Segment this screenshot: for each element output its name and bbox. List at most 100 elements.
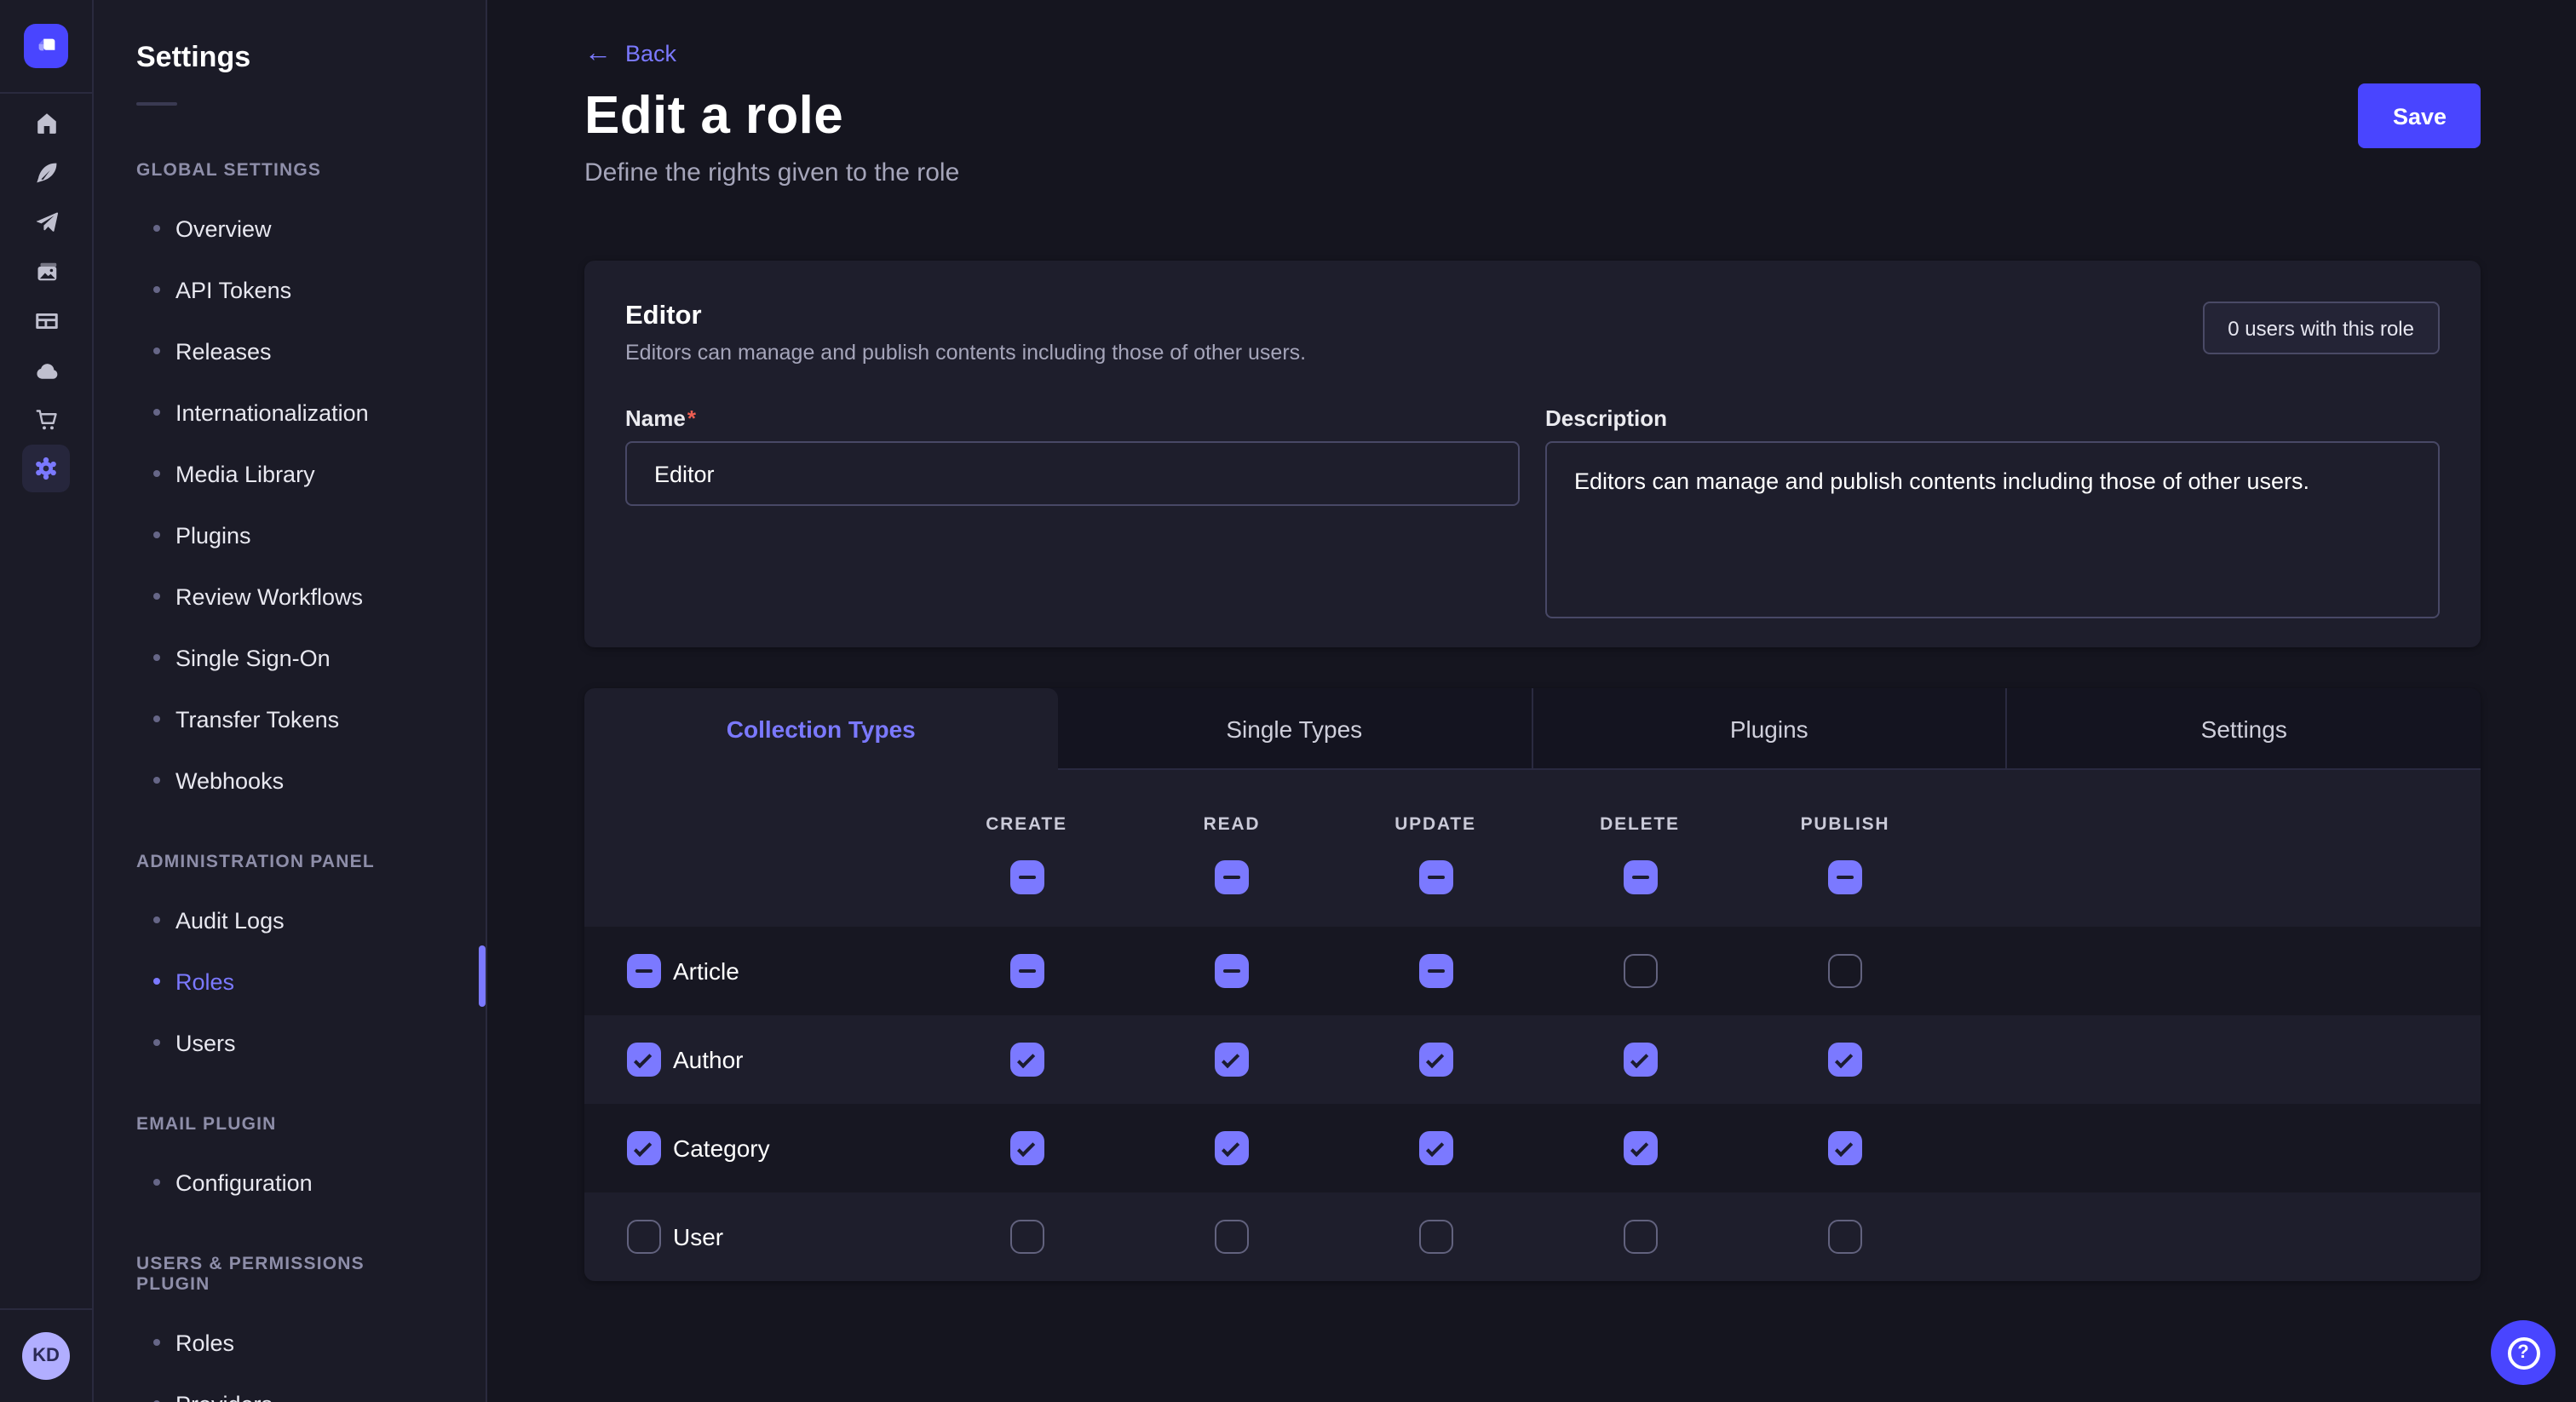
role-description-textarea[interactable]: Editors can manage and publish contents … bbox=[1545, 441, 2440, 618]
author-update-checkbox[interactable] bbox=[1418, 1043, 1452, 1077]
row-select-checkbox-category[interactable] bbox=[627, 1131, 661, 1165]
category-create-checkbox[interactable] bbox=[1009, 1131, 1044, 1165]
sidebar-section-label: EMAIL PLUGIN bbox=[136, 1114, 443, 1135]
select-all-delete-checkbox[interactable] bbox=[1623, 860, 1657, 894]
article-publish-checkbox[interactable] bbox=[1828, 954, 1862, 988]
user-read-checkbox[interactable] bbox=[1215, 1220, 1249, 1254]
bullet-icon bbox=[153, 1039, 160, 1046]
back-link[interactable]: ← Back bbox=[584, 41, 676, 66]
sidebar-item-label: Providers bbox=[175, 1391, 273, 1402]
name-label: Name* bbox=[625, 405, 1520, 431]
row-select-checkbox-user[interactable] bbox=[627, 1220, 661, 1254]
sidebar-item-plugins[interactable]: Plugins bbox=[94, 504, 486, 566]
author-publish-checkbox[interactable] bbox=[1828, 1043, 1862, 1077]
select-all-publish-checkbox[interactable] bbox=[1828, 860, 1862, 894]
question-mark-icon: ? bbox=[2507, 1336, 2539, 1369]
sidebar-item-roles[interactable]: Roles bbox=[94, 1312, 486, 1373]
save-button[interactable]: Save bbox=[2359, 83, 2481, 148]
sidebar-section-label: GLOBAL SETTINGS bbox=[136, 160, 443, 181]
help-button[interactable]: ? bbox=[2491, 1320, 2556, 1385]
bullet-icon bbox=[153, 286, 160, 293]
check-icon bbox=[1016, 1049, 1034, 1067]
cloud-icon[interactable] bbox=[22, 346, 70, 394]
marketplace-cart-icon[interactable] bbox=[22, 395, 70, 443]
sidebar-item-roles[interactable]: Roles bbox=[94, 951, 486, 1012]
user-update-checkbox[interactable] bbox=[1418, 1220, 1452, 1254]
article-create-checkbox[interactable] bbox=[1009, 954, 1044, 988]
sidebar-item-transfer-tokens[interactable]: Transfer Tokens bbox=[94, 688, 486, 750]
page-subtitle: Define the rights given to the role bbox=[584, 158, 2481, 187]
article-delete-checkbox[interactable] bbox=[1623, 954, 1657, 988]
select-all-read-checkbox[interactable] bbox=[1215, 860, 1249, 894]
users-with-role-button[interactable]: 0 users with this role bbox=[2202, 302, 2440, 354]
indeterminate-dash-icon bbox=[635, 969, 653, 974]
feather-icon[interactable] bbox=[22, 148, 70, 196]
row-select-checkbox-author[interactable] bbox=[627, 1043, 661, 1077]
sidebar-item-configuration[interactable]: Configuration bbox=[94, 1152, 486, 1213]
paper-plane-icon[interactable] bbox=[22, 198, 70, 245]
indeterminate-dash-icon bbox=[1427, 969, 1444, 974]
category-read-checkbox[interactable] bbox=[1215, 1131, 1249, 1165]
user-delete-checkbox[interactable] bbox=[1623, 1220, 1657, 1254]
user-create-checkbox[interactable] bbox=[1009, 1220, 1044, 1254]
sidebar-item-audit-logs[interactable]: Audit Logs bbox=[94, 889, 486, 951]
row-select-checkbox-article[interactable] bbox=[627, 954, 661, 988]
indeterminate-dash-icon bbox=[1223, 969, 1240, 974]
author-delete-checkbox[interactable] bbox=[1623, 1043, 1657, 1077]
home-icon[interactable] bbox=[22, 99, 70, 147]
media-library-icon[interactable] bbox=[22, 247, 70, 295]
check-icon bbox=[1222, 1049, 1239, 1067]
role-name-input[interactable] bbox=[625, 441, 1520, 506]
row-label: Category bbox=[673, 1135, 770, 1162]
tab-collection-types[interactable]: Collection Types bbox=[584, 688, 1058, 770]
permissions-tabs: Collection TypesSingle TypesPluginsSetti… bbox=[584, 688, 2481, 770]
author-read-checkbox[interactable] bbox=[1215, 1043, 1249, 1077]
category-delete-checkbox[interactable] bbox=[1623, 1131, 1657, 1165]
rail-nav bbox=[22, 99, 70, 492]
settings-gear-icon[interactable] bbox=[22, 445, 70, 492]
author-create-checkbox[interactable] bbox=[1009, 1043, 1044, 1077]
select-all-create-checkbox[interactable] bbox=[1009, 860, 1044, 894]
sidebar-item-users[interactable]: Users bbox=[94, 1012, 486, 1073]
article-read-checkbox[interactable] bbox=[1215, 954, 1249, 988]
sidebar-item-internationalization[interactable]: Internationalization bbox=[94, 382, 486, 443]
layout-icon[interactable] bbox=[22, 296, 70, 344]
user-publish-checkbox[interactable] bbox=[1828, 1220, 1862, 1254]
sidebar-item-review-workflows[interactable]: Review Workflows bbox=[94, 566, 486, 627]
article-update-checkbox[interactable] bbox=[1418, 954, 1452, 988]
sidebar-item-overview[interactable]: Overview bbox=[94, 198, 486, 259]
user-avatar[interactable]: KD bbox=[22, 1332, 70, 1380]
strapi-logo[interactable] bbox=[24, 24, 68, 68]
category-publish-checkbox[interactable] bbox=[1828, 1131, 1862, 1165]
column-header-delete: DELETE bbox=[1600, 814, 1680, 835]
tab-plugins[interactable]: Plugins bbox=[1531, 688, 2006, 770]
bullet-icon bbox=[153, 593, 160, 600]
role-name-heading: Editor bbox=[625, 302, 1306, 332]
sidebar-item-label: Webhooks bbox=[175, 767, 284, 793]
sidebar-item-releases[interactable]: Releases bbox=[94, 320, 486, 382]
sidebar-item-label: Internationalization bbox=[175, 399, 369, 425]
bullet-icon bbox=[153, 777, 160, 784]
tab-settings[interactable]: Settings bbox=[2006, 688, 2481, 770]
sidebar-item-api-tokens[interactable]: API Tokens bbox=[94, 259, 486, 320]
sidebar-item-label: Review Workflows bbox=[175, 583, 363, 609]
bullet-icon bbox=[153, 1339, 160, 1346]
sidebar-item-single-sign-on[interactable]: Single Sign-On bbox=[94, 627, 486, 688]
sidebar-item-providers[interactable]: Providers bbox=[94, 1373, 486, 1402]
bullet-icon bbox=[153, 531, 160, 538]
column-header-update: UPDATE bbox=[1394, 814, 1476, 835]
icon-rail: KD bbox=[0, 0, 94, 1402]
bullet-icon bbox=[153, 225, 160, 232]
row-label: User bbox=[673, 1223, 723, 1250]
sidebar-item-webhooks[interactable]: Webhooks bbox=[94, 750, 486, 811]
indeterminate-dash-icon bbox=[1837, 876, 1854, 880]
description-label: Description bbox=[1545, 405, 2440, 431]
select-all-update-checkbox[interactable] bbox=[1418, 860, 1452, 894]
sidebar-item-label: Configuration bbox=[175, 1169, 313, 1195]
tab-single-types[interactable]: Single Types bbox=[1058, 688, 1532, 770]
category-update-checkbox[interactable] bbox=[1418, 1131, 1452, 1165]
sidebar-item-media-library[interactable]: Media Library bbox=[94, 443, 486, 504]
check-icon bbox=[634, 1138, 652, 1156]
permission-row-user: User bbox=[584, 1192, 2481, 1281]
role-details-card: Editor Editors can manage and publish co… bbox=[584, 261, 2481, 647]
